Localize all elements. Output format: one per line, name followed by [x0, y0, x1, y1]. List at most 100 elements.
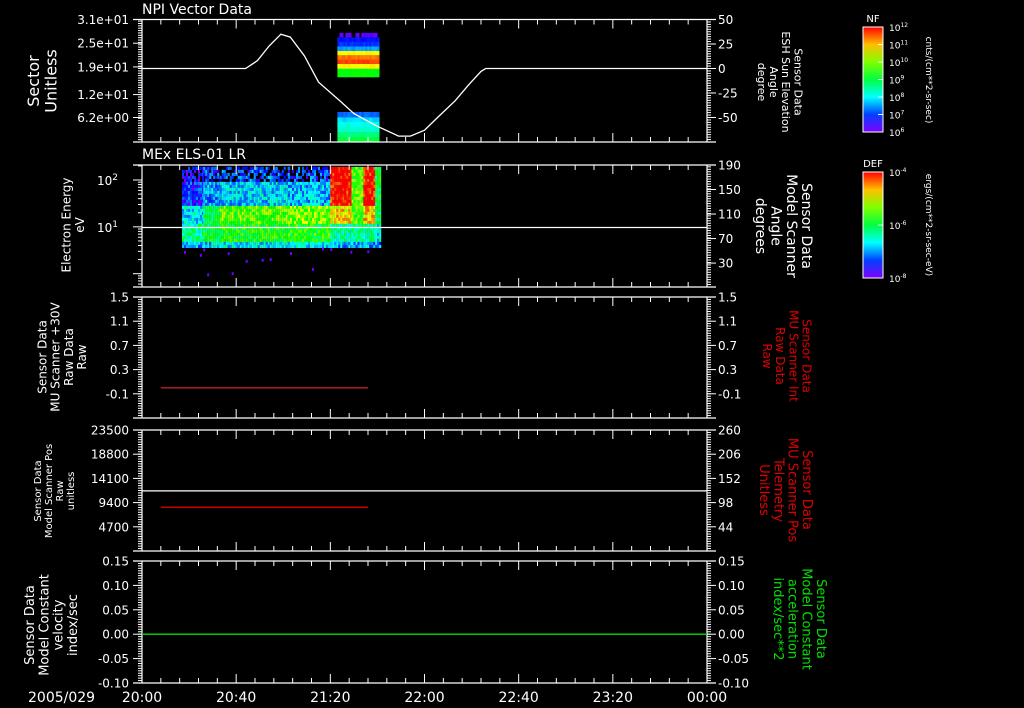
spectrogram-cell	[355, 37, 358, 42]
y-tick-label-right: 50	[718, 13, 733, 27]
spectrogram-cell	[336, 190, 339, 194]
spectrogram-cell	[275, 175, 278, 179]
spectrogram-cell	[353, 238, 356, 242]
spectrogram-cell	[312, 220, 315, 224]
spectrogram-cell	[328, 223, 331, 227]
spectrogram-cell	[207, 214, 210, 218]
spectrogram-cell	[348, 196, 351, 200]
spectrogram-cell	[359, 175, 362, 179]
spectrogram-cell	[245, 193, 248, 197]
spectrogram-cell	[365, 205, 368, 209]
spectrogram-cell	[188, 229, 191, 233]
spectrogram-cell	[273, 199, 276, 203]
spectrogram-cell	[314, 172, 317, 176]
spectrogram-cell	[375, 208, 378, 212]
spectrogram-cell	[275, 229, 278, 233]
spectrogram-cell	[209, 184, 212, 188]
spectrogram-cell	[281, 193, 284, 197]
spectrogram-cell	[377, 37, 380, 42]
spectrogram-cell	[200, 190, 203, 194]
spectrogram-cell	[322, 214, 325, 218]
spectrogram-cell	[300, 205, 303, 209]
spectrogram-cell	[326, 187, 329, 191]
spectrogram-cell	[371, 72, 374, 78]
spectrogram-cell	[186, 172, 189, 176]
spectrogram-cell	[182, 175, 185, 179]
spectrogram-cell	[304, 241, 307, 245]
spectrogram-cell	[302, 199, 305, 203]
spectrogram-cell	[318, 220, 321, 224]
spectrogram-cell	[249, 223, 252, 227]
spectrogram-cell	[192, 199, 195, 203]
spectrogram-cell	[316, 232, 319, 236]
spectrogram-cell	[373, 214, 376, 218]
spectrogram-cell	[359, 181, 362, 185]
spectrogram-cell	[184, 196, 187, 200]
spectrogram-cell	[190, 178, 193, 182]
spectrogram-cell	[340, 229, 343, 233]
spectrogram-cell	[336, 166, 339, 170]
spectrogram-cell	[302, 235, 305, 239]
spectrogram-cell	[310, 190, 313, 194]
spectrogram-cell	[359, 211, 362, 215]
panel1-left-label: SectorUnitless	[24, 49, 61, 113]
spectrogram-cell	[255, 217, 258, 221]
spectrogram-cell	[379, 196, 382, 200]
spectrogram-cell	[351, 72, 354, 78]
spectrogram-cell	[344, 211, 347, 215]
spectrogram-cell	[361, 190, 364, 194]
spectrogram-cell	[330, 202, 333, 206]
spectrogram-cell	[310, 229, 313, 233]
spectrogram-cell	[377, 205, 380, 209]
spectrogram-cell	[203, 211, 206, 215]
spectrogram-cell	[357, 187, 360, 191]
spectrogram-cell	[184, 238, 187, 242]
spectrogram-cell	[371, 205, 374, 209]
spectrogram-cell	[326, 190, 329, 194]
spectrogram-cell	[261, 172, 264, 176]
spectrogram-cell	[375, 178, 378, 182]
spectrogram-cell	[194, 211, 197, 215]
spectrogram-cell	[328, 211, 331, 215]
spectrogram-cell	[363, 37, 366, 42]
spectrogram-cell	[353, 117, 356, 122]
spectrogram-cell	[355, 55, 358, 60]
spectrogram-cell	[288, 190, 291, 194]
spectrogram-cell	[190, 214, 193, 218]
spectrogram-cell	[365, 229, 368, 233]
spectrogram-cell	[290, 199, 293, 203]
spectrogram-cell	[365, 199, 368, 203]
spectrogram-cell	[343, 121, 346, 128]
spectrogram-cell	[203, 193, 206, 197]
spectrogram-cell	[277, 169, 280, 173]
spectrogram-cell	[194, 187, 197, 191]
spectrogram-cell	[243, 202, 246, 206]
spectrogram-cell	[213, 241, 216, 245]
spectrogram-cell	[241, 205, 244, 209]
spectrogram-cell	[231, 272, 234, 276]
spectrogram-cell	[340, 199, 343, 203]
spectrogram-cell	[361, 244, 364, 248]
spectrogram-cell	[267, 187, 270, 191]
spectrogram-cell	[255, 184, 258, 188]
spectrogram-cell	[353, 178, 356, 182]
spectrogram-cell	[277, 232, 280, 236]
spectrogram-cell	[361, 241, 364, 245]
spectrogram-cell	[251, 190, 254, 194]
spectrogram-cell	[351, 41, 354, 47]
spectrogram-cell	[188, 166, 191, 170]
spectrogram-cell	[351, 211, 354, 215]
spectrogram-cell	[261, 238, 264, 242]
spectrogram-cell	[288, 208, 291, 212]
y-tick-label-right: 98	[718, 496, 733, 510]
spectrogram-cell	[221, 169, 224, 173]
spectrogram-cell	[261, 241, 264, 245]
spectrogram-cell	[243, 220, 246, 224]
spectrogram-cell	[265, 214, 268, 218]
spectrogram-cell	[324, 175, 327, 179]
spectrogram-cell	[265, 238, 268, 242]
spectrogram-cell	[369, 41, 372, 47]
spectrogram-cell	[247, 217, 250, 221]
spectrogram-cell	[241, 178, 244, 182]
spectrogram-cell	[375, 238, 378, 242]
